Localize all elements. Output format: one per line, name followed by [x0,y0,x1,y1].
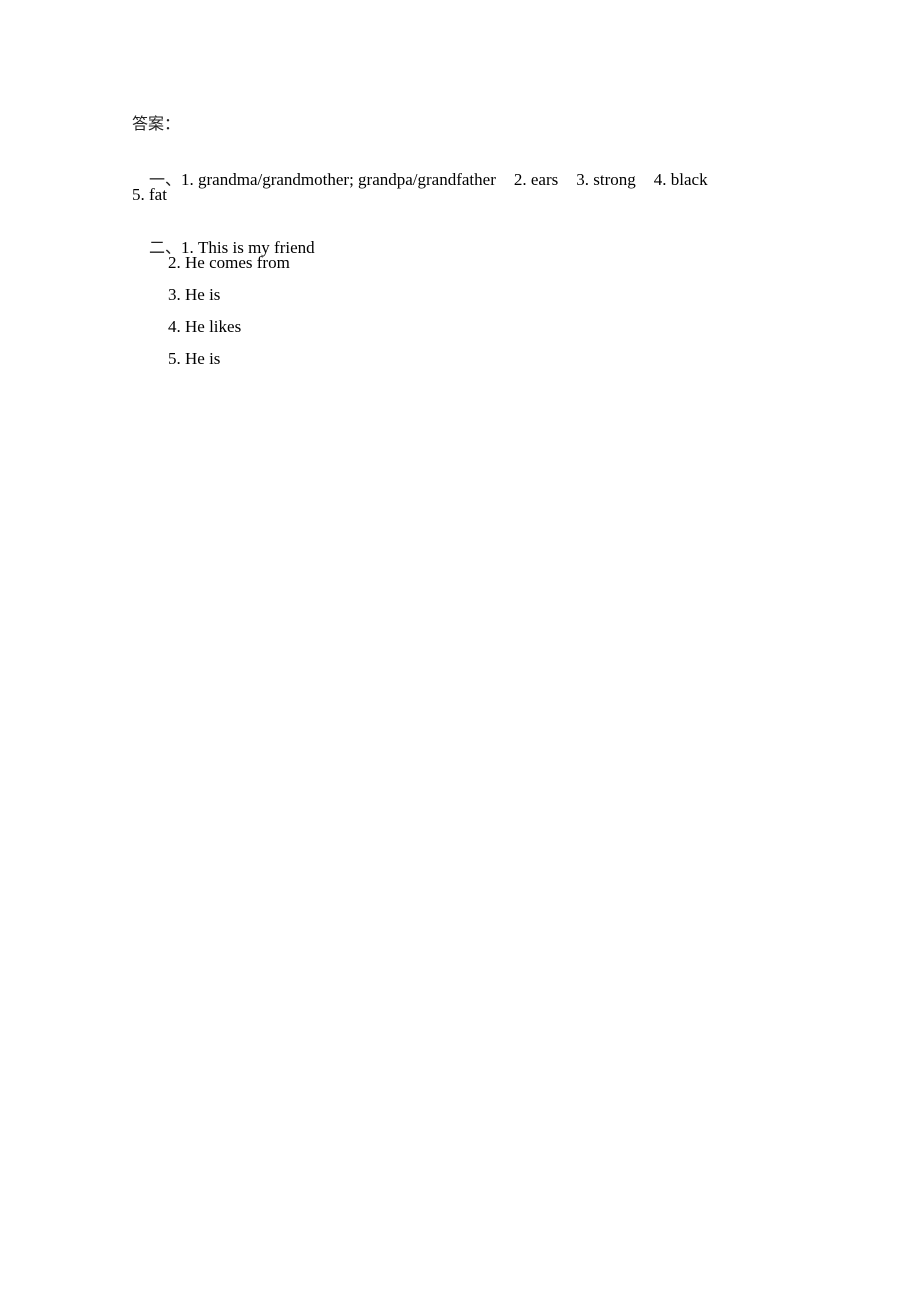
section1-item-5: 5. fat [132,185,167,204]
section2-item-3: 3. He is [168,285,221,304]
section2-item-2: 2. He comes from [168,253,290,272]
section1-line1: 一、1. grandma/grandmother; grandpa/grandf… [132,150,708,210]
section1-item-3: 3. strong [576,170,636,189]
section1-item-4: 4. black [653,170,708,189]
section1-item-2: 2. ears [513,170,559,189]
section1-item-1: 1. grandma/grandmother; grandpa/grandfat… [181,170,496,189]
section2-item-4: 4. He likes [168,317,242,336]
answers-heading: 答案： [132,114,181,133]
section2-item-5: 5. He is [168,349,221,368]
